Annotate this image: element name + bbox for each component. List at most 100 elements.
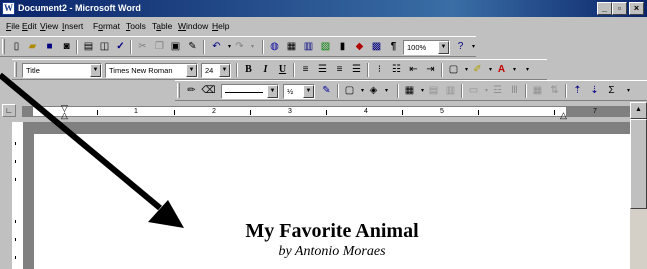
chevron-down-icon[interactable]: ▼: [90, 64, 101, 77]
drawing-icon[interactable]: ◆: [351, 39, 368, 55]
increase-indent-icon[interactable]: ⇥: [422, 62, 439, 78]
document-map-icon[interactable]: ▩: [368, 39, 385, 55]
merge-cells-icon[interactable]: ▤: [425, 83, 442, 99]
bullets-icon[interactable]: ☷: [388, 62, 405, 78]
title-bar[interactable]: W Document2 - Microsoft Word _ ▫ ×: [0, 0, 647, 17]
columns-icon[interactable]: ▮: [334, 39, 351, 55]
menu-view[interactable]: View: [40, 20, 58, 33]
justify-icon[interactable]: ☰: [348, 62, 365, 78]
toolbar-separator: [236, 63, 238, 77]
bold-button[interactable]: B: [240, 62, 257, 78]
paste-icon[interactable]: ▣: [167, 39, 184, 55]
split-cells-icon[interactable]: ▥: [442, 83, 459, 99]
change-text-direction-icon[interactable]: ⇅: [546, 83, 563, 99]
ruler-tick: [15, 142, 16, 145]
spelling-icon[interactable]: ✓: [112, 39, 129, 55]
italic-button[interactable]: I: [257, 62, 274, 78]
save-disk-icon[interactable]: ■: [41, 39, 58, 55]
menu-tools[interactable]: Tools: [126, 20, 146, 33]
sort-descending-icon[interactable]: ⇣: [586, 83, 603, 99]
menu-edit[interactable]: Edit: [22, 20, 37, 33]
toolbar-options-icon[interactable]: ▾: [465, 39, 482, 55]
toolbar-grip[interactable]: [2, 39, 5, 54]
line-style-select[interactable]: ▼: [221, 84, 279, 99]
align-left-icon[interactable]: ≡: [297, 62, 314, 78]
word-app-icon[interactable]: W: [2, 2, 15, 15]
vertical-scrollbar[interactable]: ▲: [630, 102, 647, 269]
line-weight-select[interactable]: ½ ▼: [283, 84, 315, 99]
scrollbar-thumb[interactable]: [630, 119, 647, 209]
table-autoformat-icon[interactable]: ▦: [529, 83, 546, 99]
cut-icon[interactable]: ✂: [134, 39, 151, 55]
open-folder-icon[interactable]: ▰: [24, 39, 41, 55]
font-select[interactable]: Times New Roman ▼: [105, 63, 198, 78]
formatting-toolbar: Title ▼ Times New Roman ▼ 24 ▼ B I U ≡ ☰ ≡ …: [12, 59, 547, 80]
document-page[interactable]: My Favorite Animal by Antonio Moraes: [34, 134, 630, 269]
align-right-icon[interactable]: ≡: [331, 62, 348, 78]
toolbar-separator: [76, 40, 78, 54]
chevron-down-icon[interactable]: ▼: [219, 64, 230, 77]
zoom-select[interactable]: 100% ▼: [403, 40, 450, 55]
show-hide-icon[interactable]: ¶: [385, 39, 402, 55]
font-size-value: 24: [205, 66, 214, 75]
menu-help[interactable]: Help: [212, 20, 229, 33]
left-margin-shade: [23, 107, 33, 116]
vertical-ruler[interactable]: [12, 122, 24, 269]
print-preview-icon[interactable]: ◫: [96, 39, 113, 55]
style-value: Title: [26, 66, 40, 75]
standard-toolbar: ▯ ▰ ■ ◙ ▤ ◫ ✓ ✂ ❐ ▣ ✎ ↶ ▾ ↷ ▾ ◍ ▦ ▥ ▧ ▮ …: [0, 36, 476, 57]
distribute-rows-icon[interactable]: ☲: [489, 83, 506, 99]
minimize-button[interactable]: _: [597, 2, 612, 15]
web-page-icon[interactable]: ◙: [58, 39, 75, 55]
insert-excel-icon[interactable]: ▧: [317, 39, 334, 55]
toolbar-grip[interactable]: [177, 83, 180, 98]
tables-borders-icon[interactable]: ▦: [283, 39, 300, 55]
chevron-down-icon[interactable]: ▼: [186, 64, 197, 77]
word-window: W Document2 - Microsoft Word _ ▫ × File …: [0, 0, 647, 269]
close-button[interactable]: ×: [629, 2, 644, 15]
toolbar-options-icon[interactable]: ▾: [519, 62, 536, 78]
sort-ascending-icon[interactable]: ⇡: [569, 83, 586, 99]
distribute-columns-icon[interactable]: Ⅲ: [506, 83, 523, 99]
shading-dropdown-icon[interactable]: ▾: [378, 83, 395, 99]
copy-icon[interactable]: ❐: [151, 39, 168, 55]
numbering-icon[interactable]: ⁝: [371, 62, 388, 78]
chevron-down-icon[interactable]: ▼: [438, 41, 449, 54]
menu-file[interactable]: File: [6, 20, 20, 33]
menu-format[interactable]: Format: [93, 20, 120, 33]
tab-selector-icon[interactable]: ∟: [2, 104, 16, 117]
format-painter-icon[interactable]: ✎: [184, 39, 201, 55]
toolbar-separator: [203, 40, 205, 54]
border-color-icon[interactable]: ✎: [318, 83, 335, 99]
toolbar-separator: [367, 63, 369, 77]
redo-dropdown-icon[interactable]: ▾: [244, 39, 261, 55]
style-select[interactable]: Title ▼: [22, 63, 102, 78]
toolbar-options-icon[interactable]: ▾: [620, 83, 637, 99]
scroll-up-icon[interactable]: ▲: [630, 102, 647, 119]
hyperlink-icon[interactable]: ◍: [266, 39, 283, 55]
draw-table-pencil-icon[interactable]: ✏: [183, 83, 200, 99]
align-center-icon[interactable]: ☰: [314, 62, 331, 78]
toolbar-grip[interactable]: [14, 62, 17, 77]
print-icon[interactable]: ▤: [80, 39, 97, 55]
ruler-tick: [15, 256, 16, 259]
insert-table-icon[interactable]: ▥: [300, 39, 317, 55]
right-indent-marker[interactable]: △: [560, 111, 567, 120]
ruler-strip[interactable]: 1 2 3 4 5 7 ▽ △ △: [22, 104, 632, 120]
font-size-select[interactable]: 24 ▼: [201, 63, 231, 78]
maximize-button[interactable]: ▫: [612, 2, 627, 15]
document-byline: by Antonio Moraes: [278, 244, 386, 259]
new-document-icon[interactable]: ▯: [8, 39, 25, 55]
chevron-down-icon[interactable]: ▼: [267, 85, 278, 98]
autosum-icon[interactable]: Σ: [603, 83, 620, 99]
decrease-indent-icon[interactable]: ⇤: [405, 62, 422, 78]
menu-window[interactable]: Window: [178, 20, 208, 33]
left-indent-marker[interactable]: △: [61, 111, 68, 120]
menu-table[interactable]: Table: [152, 20, 172, 33]
toolbar-separator: [293, 63, 295, 77]
eraser-icon[interactable]: ⌫: [200, 83, 217, 99]
underline-button[interactable]: U: [274, 62, 291, 78]
menu-insert[interactable]: Insert: [62, 20, 83, 33]
ruler-tick: [554, 110, 555, 115]
chevron-down-icon[interactable]: ▼: [303, 85, 314, 98]
